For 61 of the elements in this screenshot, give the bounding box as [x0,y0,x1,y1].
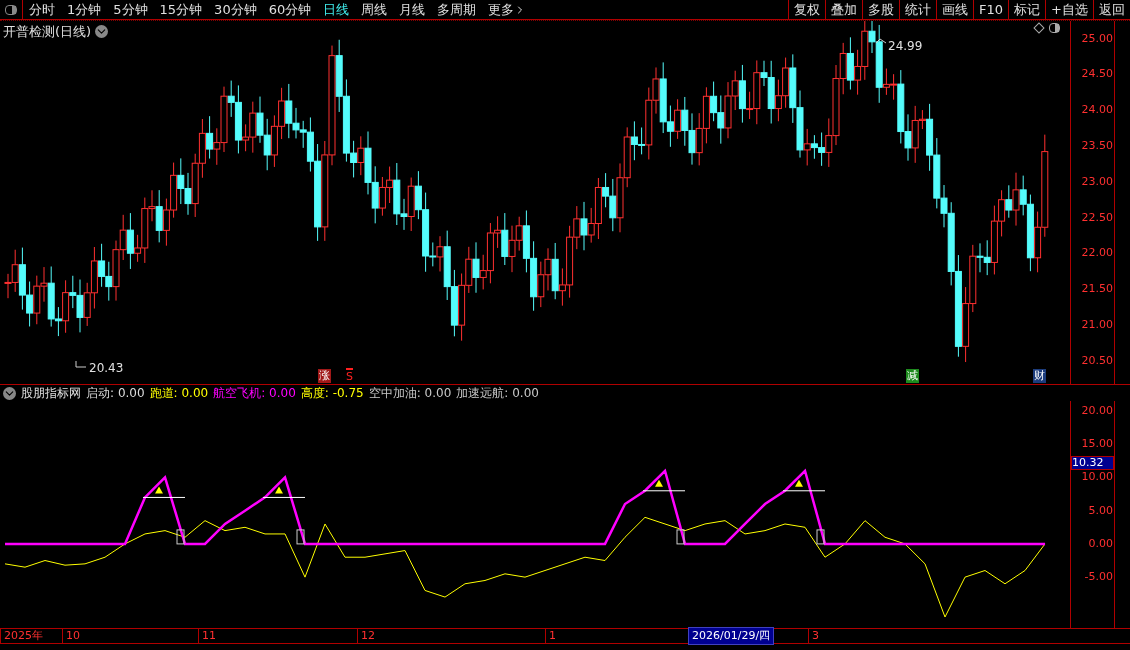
period-tab[interactable]: 60分钟 [268,0,312,20]
period-tab[interactable]: 1分钟 [67,0,102,20]
signal-badge: 减 [906,369,919,383]
high-price-label: 24.99 [888,38,923,55]
time-label: 11 [198,627,219,645]
signal-badge: 涨 [318,369,331,383]
toolbar-button[interactable]: +自选 [1045,0,1093,19]
indicator-value: 航空飞机: 0.00 [213,385,296,402]
price-tick: 23.00 [1081,173,1113,190]
period-tab[interactable]: 5分钟 [113,0,148,20]
price-tick: 22.50 [1081,209,1113,226]
period-tab[interactable]: 15分钟 [159,0,203,20]
price-tick: 24.00 [1081,102,1113,119]
period-tab[interactable]: 30分钟 [214,0,257,20]
toolbar-button[interactable]: 叠加 [825,0,863,19]
price-tick: 24.50 [1081,66,1113,83]
toolbar-button[interactable]: 复权 [788,0,826,19]
indicator-tick: 20.00 [1081,402,1113,419]
chart-title: 开普检测(日线) [3,23,92,41]
indicator-value: 跑道: 0.00 [149,385,209,402]
indicator-value: 空中加油: 0.00 [368,385,452,402]
signal-mark: S [346,368,353,384]
period-tab[interactable]: 月线 [399,0,426,20]
price-tick: 21.50 [1081,281,1113,298]
indicator-tick: 15.00 [1081,436,1113,453]
toolbar-button[interactable]: 标记 [1008,0,1046,19]
indicator-value: 加速远航: 0.00 [456,385,539,402]
signal-badge: 财 [1033,369,1046,383]
indicator-tick: 5.00 [1088,502,1113,519]
panel-toggle-icon[interactable] [1049,23,1060,33]
indicator-tick: -5.00 [1084,569,1113,586]
period-tab[interactable]: 日线 [323,0,350,20]
period-tab[interactable]: 多周期 [437,0,477,20]
period-tab[interactable]: 更多 [488,0,527,20]
time-label: 1 [545,627,559,645]
toolbar-button[interactable]: F10 [973,0,1009,19]
period-tab[interactable]: 分时 [29,0,55,20]
indicator-tick: 10.00 [1081,469,1113,486]
toolbar-button[interactable]: 统计 [899,0,937,19]
indicator-title: 股朋指标网 [21,385,81,402]
toolbar-button[interactable]: 返回 [1093,0,1130,19]
toolbar-button[interactable]: 画线 [936,0,974,19]
dropdown-icon[interactable] [95,25,109,39]
dropdown-icon[interactable] [3,386,16,400]
price-tick: 20.50 [1081,352,1113,369]
toolbar-button[interactable]: 多股 [862,0,900,19]
current-value-label: 10.32 [1071,456,1114,470]
time-label: 2025年 [0,627,46,645]
time-label: 2026/01/29/四 [688,626,775,646]
indicator-value: 启动: 0.00 [86,385,145,402]
low-price-label: 20.43 [89,360,124,377]
time-label: 12 [357,627,378,645]
price-tick: 21.00 [1081,317,1113,333]
time-label: 10 [62,627,83,645]
price-tick: 23.50 [1081,138,1113,155]
period-tab[interactable]: 周线 [361,0,388,20]
price-tick: 25.00 [1081,30,1113,47]
time-label: 3 [808,627,823,645]
price-tick: 22.00 [1081,245,1113,262]
indicator-tick: 0.00 [1088,535,1113,552]
indicator-value: 高度: -0.75 [300,385,364,402]
